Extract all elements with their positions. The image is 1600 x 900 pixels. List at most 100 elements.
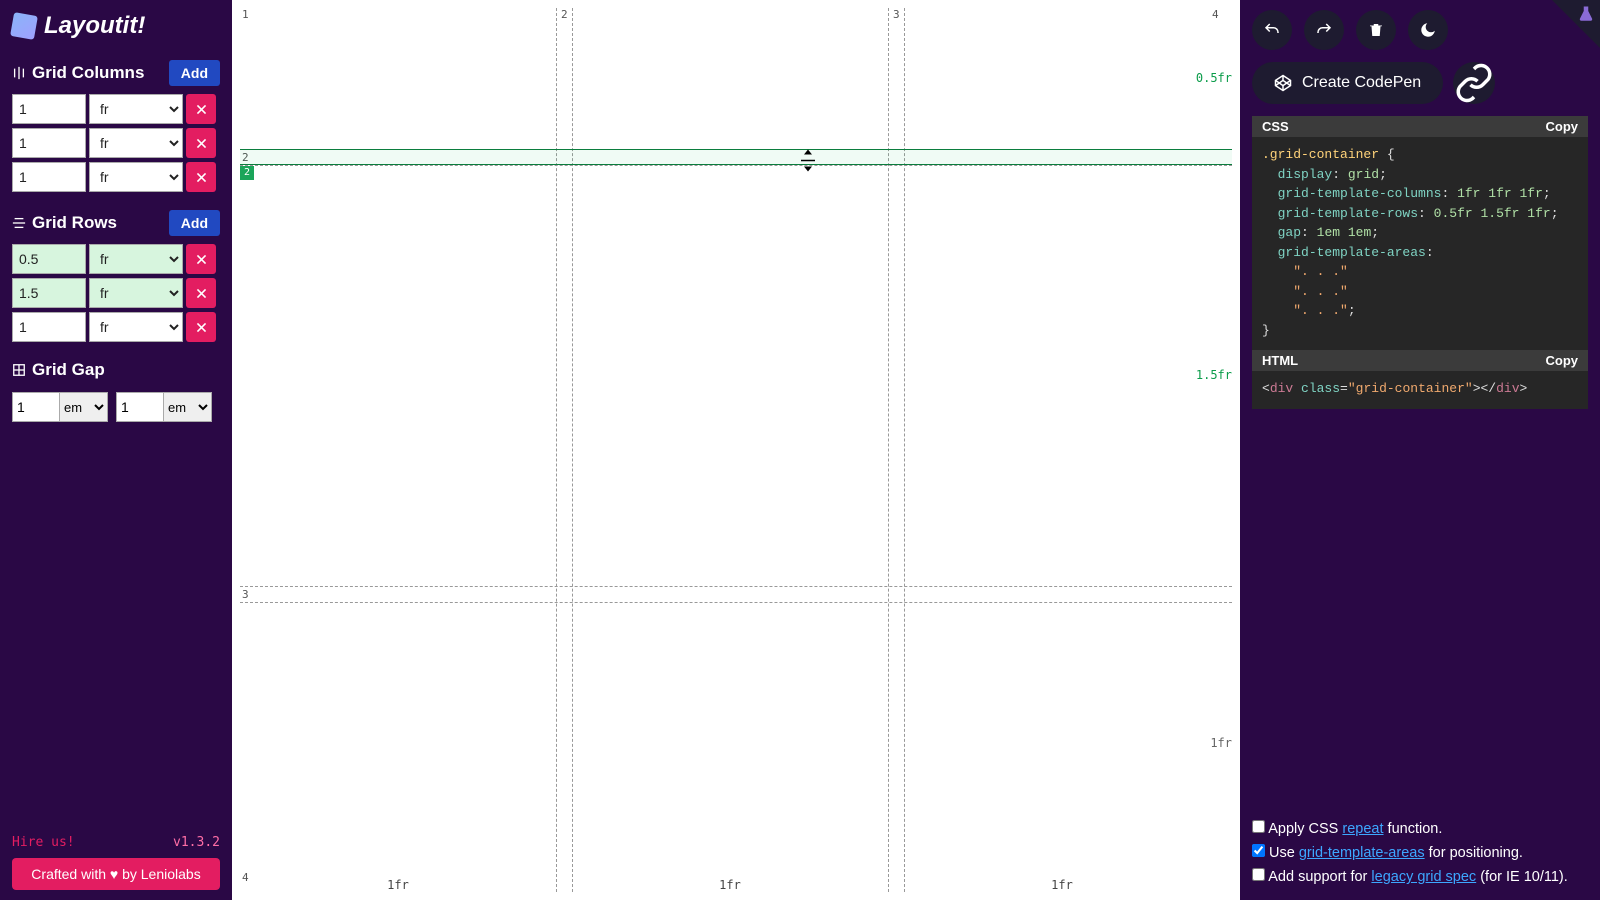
row-gap-unit-select[interactable]: em [60,392,108,422]
link-icon [1453,62,1495,104]
legacy-grid-spec-link[interactable]: legacy grid spec [1371,869,1476,885]
repeat-link[interactable]: repeat [1342,821,1383,837]
sidebar-footer: Hire us! v1.3.2 Crafted with ♥ by Leniol… [12,835,220,890]
css-lang-label: CSS [1262,119,1289,134]
options-checks: Apply CSS repeat function. Use grid-temp… [1252,818,1588,890]
grid-row-line[interactable] [240,165,1232,166]
grid-column-line[interactable] [904,8,905,892]
row-resize-cursor [799,149,817,176]
row-row-2: fr [12,278,220,308]
use-areas-option[interactable]: Use grid-template-areas for positioning. [1252,842,1588,866]
legacy-checkbox[interactable] [1252,868,1265,881]
redo-button[interactable] [1304,10,1344,50]
row-value-input[interactable] [12,278,86,308]
grid-rows-label: Grid Rows [32,213,117,233]
row-track-label[interactable]: 0.5fr [1196,71,1232,85]
use-areas-checkbox[interactable] [1252,844,1265,857]
column-unit-select[interactable]: fr [89,128,183,158]
row-track-label[interactable]: 1fr [1210,736,1232,750]
row-resize-cursor-icon [799,149,817,171]
columns-icon [12,66,26,80]
grid-template-areas-link[interactable]: grid-template-areas [1299,845,1425,861]
row-row-1: fr [12,244,220,274]
grid-columns-header: Grid Columns Add [12,60,220,86]
version-label: v1.3.2 [173,835,220,850]
col-gap-input[interactable] [116,392,164,422]
col-gap-unit-select[interactable]: em [164,392,212,422]
grid-gap-label: Grid Gap [32,360,105,380]
brand: Layoutit! [12,12,220,40]
close-icon [195,253,208,266]
crafted-by-button[interactable]: Crafted with ♥ by Leniolabs [12,858,220,890]
close-icon [195,321,208,334]
delete-row-button[interactable] [186,278,216,308]
codepen-icon [1274,74,1292,92]
legacy-text-post: (for IE 10/11). [1476,869,1568,885]
grid-row-line[interactable] [240,602,1232,603]
html-code-block[interactable]: <div class="grid-container"></div> [1252,371,1588,409]
undo-button[interactable] [1252,10,1292,50]
column-value-input[interactable] [12,94,86,124]
col-track-label[interactable]: 1fr [387,878,409,892]
row-gap-input[interactable] [12,392,60,422]
css-code-block[interactable]: .grid-container { display: grid; grid-te… [1252,137,1588,350]
column-unit-select[interactable]: fr [89,162,183,192]
add-row-button[interactable]: Add [169,210,220,236]
create-codepen-label: Create CodePen [1302,74,1421,92]
grid-column-line[interactable] [556,8,557,892]
html-copy-button[interactable]: Copy [1546,353,1579,368]
apply-repeat-checkbox[interactable] [1252,820,1265,833]
use-areas-text: Use [1269,845,1299,861]
permalink-button[interactable] [1453,62,1495,104]
apply-repeat-option[interactable]: Apply CSS repeat function. [1252,818,1588,842]
use-areas-text-post: for positioning. [1425,845,1523,861]
column-row-3: fr [12,162,220,192]
column-unit-select[interactable]: fr [89,94,183,124]
column-row-2: fr [12,128,220,158]
row-row-3: fr [12,312,220,342]
row-unit-select[interactable]: fr [89,278,183,308]
row-value-input[interactable] [12,244,86,274]
brand-cube-icon [10,12,38,40]
column-value-input[interactable] [12,162,86,192]
row-value-input[interactable] [12,312,86,342]
delete-column-button[interactable] [186,162,216,192]
brand-title: Layoutit! [44,12,145,40]
undo-icon [1263,21,1281,39]
grid-gap-header: Grid Gap [12,360,220,380]
add-column-button[interactable]: Add [169,60,220,86]
delete-column-button[interactable] [186,94,216,124]
selected-row-gap[interactable] [240,149,1232,165]
delete-column-button[interactable] [186,128,216,158]
col-track-label[interactable]: 1fr [1051,878,1073,892]
delete-row-button[interactable] [186,312,216,342]
grid-column-line[interactable] [572,8,573,892]
selected-row-line-tag: 2 [240,166,254,180]
close-icon [195,287,208,300]
css-header: CSS Copy [1252,116,1588,137]
row-line-number: 4 [242,871,249,884]
hire-us-link[interactable]: Hire us! [12,835,75,850]
apply-repeat-text-post: function. [1384,821,1443,837]
row-unit-select[interactable]: fr [89,244,183,274]
grid-row-line[interactable] [240,586,1232,587]
row-line-number: 3 [242,588,249,601]
column-value-input[interactable] [12,128,86,158]
close-icon [195,103,208,116]
column-row-1: fr [12,94,220,124]
css-copy-button[interactable]: Copy [1546,119,1579,134]
dark-mode-button[interactable] [1408,10,1448,50]
create-codepen-button[interactable]: Create CodePen [1252,62,1443,104]
html-lang-label: HTML [1262,353,1298,368]
row-unit-select[interactable]: fr [89,312,183,342]
flask-icon [1577,5,1595,23]
trash-button[interactable] [1356,10,1396,50]
col-track-label[interactable]: 1fr [719,878,741,892]
grid-canvas[interactable]: 12342341fr1fr1fr0.5fr1.5fr1fr2 [232,0,1240,900]
delete-row-button[interactable] [186,244,216,274]
grid-column-line[interactable] [888,8,889,892]
grid-icon [12,363,26,377]
close-icon [195,137,208,150]
row-track-label[interactable]: 1.5fr [1196,368,1232,382]
legacy-option[interactable]: Add support for legacy grid spec (for IE… [1252,866,1588,890]
